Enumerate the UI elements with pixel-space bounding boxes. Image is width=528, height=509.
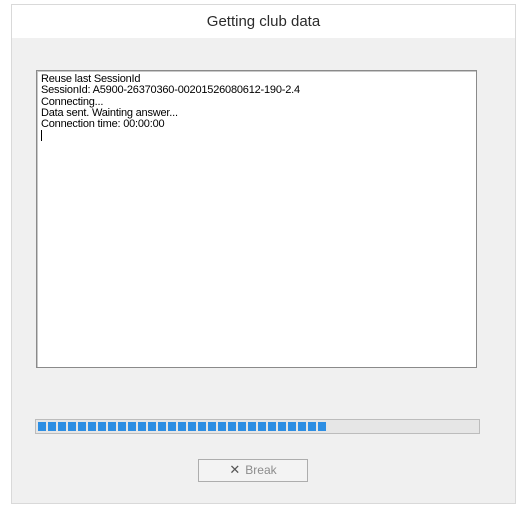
break-button[interactable]: ✕ Break [198,459,308,482]
log-textarea[interactable]: Reuse last SessionId SessionId: A5900-26… [36,70,477,368]
dialog-body: Reuse last SessionId SessionId: A5900-26… [12,38,515,503]
log-line: SessionId: A5900-26370360-00201526080612… [41,84,300,97]
dialog-window: Getting club data Reuse last SessionId S… [11,4,516,504]
text-caret [41,130,472,142]
dialog-title: Getting club data [12,5,515,38]
break-button-label: Break [245,463,277,477]
progress-fill [38,422,328,431]
log-line: Connection time: 00:00:00 [41,118,165,131]
x-icon: ✕ [229,463,241,478]
progress-bar [35,419,480,434]
